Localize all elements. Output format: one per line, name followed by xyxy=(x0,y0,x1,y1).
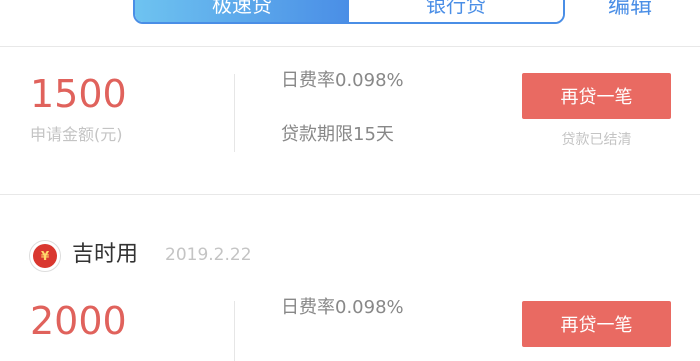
loan-card: 1500 申请金额(元) 日费率0.098% 贷款期限15天 再贷一笔 贷款已结… xyxy=(0,47,700,194)
top-nav-bar: 极速贷 银行贷 编辑 xyxy=(0,0,700,47)
edit-button[interactable]: 编辑 xyxy=(608,0,652,20)
divider xyxy=(234,301,235,361)
tab-express-loan[interactable]: 极速贷 xyxy=(135,0,349,22)
loan-amount: 1500 xyxy=(30,72,127,116)
loan-card: ¥ 吉时用 2019.2.22 2000 日费率0.098% 再贷一笔 xyxy=(0,195,700,361)
loan-status: 贷款已结清 xyxy=(561,132,632,148)
reloan-button[interactable]: 再贷一笔 xyxy=(522,301,671,347)
loan-amount-label: 申请金额(元) xyxy=(30,125,123,144)
divider xyxy=(234,74,235,152)
tab-bank-loan[interactable]: 银行贷 xyxy=(349,0,563,22)
daily-rate: 日费率0.098% xyxy=(281,297,404,318)
logo-mark: ¥ xyxy=(33,244,57,268)
jishiyong-logo-icon: ¥ xyxy=(29,240,61,272)
lender-name: 吉时用 xyxy=(72,242,139,267)
loan-date: 2019.2.22 xyxy=(165,245,252,265)
loan-type-segmented-control: 极速贷 银行贷 xyxy=(133,0,565,24)
loan-term: 贷款期限15天 xyxy=(281,124,394,145)
daily-rate: 日费率0.098% xyxy=(281,70,404,91)
loan-amount: 2000 xyxy=(30,299,127,343)
reloan-button[interactable]: 再贷一笔 xyxy=(522,73,671,119)
